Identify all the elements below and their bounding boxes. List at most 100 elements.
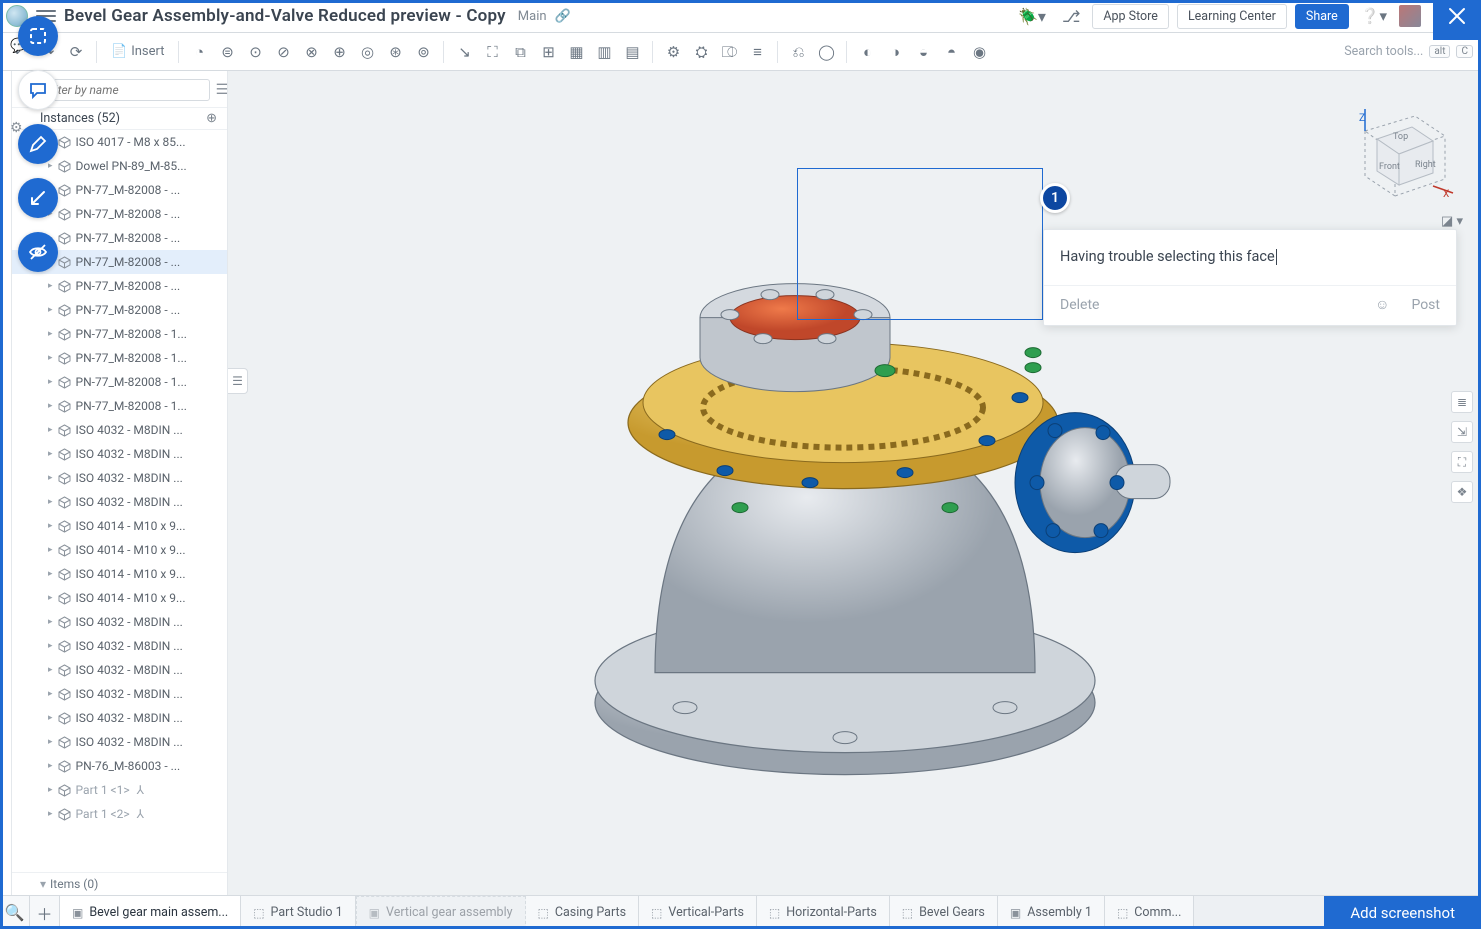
- tree-row[interactable]: ▸PN-77_M-82008 - ...: [12, 274, 227, 298]
- tab-search-icon[interactable]: 🔍: [0, 896, 30, 929]
- tree-row[interactable]: ▸ISO 4032 - M8DIN ...: [12, 706, 227, 730]
- tree-row[interactable]: ▸ISO 4032 - M8DIN ...: [12, 442, 227, 466]
- tool-icon-6[interactable]: ⊕: [327, 40, 351, 64]
- help-icon[interactable]: ❔▾: [1357, 7, 1391, 25]
- comment-card: Having trouble selecting this face Delet…: [1043, 229, 1457, 326]
- insert-button[interactable]: 📄 Insert: [105, 44, 170, 59]
- tree-row[interactable]: ▸PN-77_M-82008 - 1...: [12, 322, 227, 346]
- tool-icon-1[interactable]: ◔: [187, 40, 211, 64]
- tool-icon-10[interactable]: ↘: [452, 40, 476, 64]
- arrow-tool-icon[interactable]: [18, 178, 58, 218]
- tree-row[interactable]: ▸ISO 4032 - M8DIN ...: [12, 610, 227, 634]
- tree-row[interactable]: ▸PN-76_M-86003 - ...: [12, 754, 227, 778]
- refresh-icon[interactable]: ⟳: [64, 40, 88, 64]
- items-footer[interactable]: ▾Items (0): [12, 872, 227, 895]
- tool-icon-20[interactable]: ≡: [745, 40, 769, 64]
- tool-icon-22[interactable]: ◯: [814, 40, 838, 64]
- add-instance-icon[interactable]: ⊕: [206, 111, 217, 126]
- tree-row[interactable]: ▸PN-77_M-82008 - 1...: [12, 346, 227, 370]
- panel-flyout-handle[interactable]: ☰: [228, 368, 248, 394]
- tool-icon-19[interactable]: ⎄: [717, 40, 741, 64]
- tab-add-icon[interactable]: ＋: [30, 896, 60, 929]
- branch-label[interactable]: Main: [518, 9, 547, 24]
- render-mode-icon[interactable]: ◪ ▾: [1441, 214, 1463, 229]
- pencil-tool-icon[interactable]: [18, 124, 58, 164]
- tool-icon-14[interactable]: ▦: [564, 40, 588, 64]
- tree-row[interactable]: ▸ISO 4032 - M8DIN ...: [12, 466, 227, 490]
- tool-icon-12[interactable]: ⧉: [508, 40, 532, 64]
- comment-delete-button[interactable]: Delete: [1060, 297, 1099, 313]
- tool-icon-18[interactable]: ⛭: [689, 40, 713, 64]
- emoji-icon[interactable]: ☺: [1375, 296, 1389, 313]
- tool-icon-3[interactable]: ⊙: [243, 40, 267, 64]
- tree-row[interactable]: ▸ISO 4032 - M8DIN ...: [12, 730, 227, 754]
- tree-row[interactable]: ▸PN-77_M-82008 - 1...: [12, 394, 227, 418]
- tree-row[interactable]: ▸ISO 4032 - M8DIN ...: [12, 634, 227, 658]
- tool-icon-4[interactable]: ⊘: [271, 40, 295, 64]
- share-button[interactable]: Share: [1295, 4, 1349, 29]
- tree-row[interactable]: ▸PN-77_M-82008 - 1...: [12, 370, 227, 394]
- graphics-canvas[interactable]: 1 Having trouble selecting this face Del…: [228, 71, 1481, 895]
- version-graph-icon[interactable]: ⎇: [1058, 7, 1084, 26]
- document-tab[interactable]: ⬚Casing Parts: [526, 896, 640, 929]
- tool-icon-5[interactable]: ⊗: [299, 40, 323, 64]
- document-tab[interactable]: ⬚Horizontal-Parts: [757, 896, 890, 929]
- learning-center-button[interactable]: Learning Center: [1177, 4, 1287, 29]
- document-tab[interactable]: ⬚Vertical-Parts: [639, 896, 757, 929]
- comment-post-button[interactable]: Post: [1411, 297, 1440, 313]
- tool-icon-9[interactable]: ⊚: [411, 40, 435, 64]
- tool-icon-13[interactable]: ⊞: [536, 40, 560, 64]
- tree-row[interactable]: ▸ISO 4032 - M8DIN ...: [12, 682, 227, 706]
- panel-icon-3[interactable]: ⛶: [1451, 451, 1473, 473]
- link-icon[interactable]: 🔗: [555, 9, 571, 24]
- bug-icon[interactable]: 🪲▾: [1014, 7, 1050, 26]
- tree-row[interactable]: ▸ISO 4032 - M8DIN ...: [12, 490, 227, 514]
- tool-icon-24[interactable]: ◑: [883, 40, 907, 64]
- document-tab[interactable]: ⬚Part Studio 1: [241, 896, 355, 929]
- insert-label: Insert: [131, 44, 164, 59]
- capture-region-icon[interactable]: [18, 16, 58, 56]
- tree-row[interactable]: ▸ISO 4014 - M10 x 9...: [12, 586, 227, 610]
- tool-icon-16[interactable]: ▤: [620, 40, 644, 64]
- tool-icon-15[interactable]: ▥: [592, 40, 616, 64]
- tree-row[interactable]: ▸Part 1 <1>⅄: [12, 778, 227, 802]
- part-icon: [58, 208, 71, 221]
- filter-input[interactable]: [38, 79, 210, 101]
- comment-text-input[interactable]: Having trouble selecting this face: [1044, 230, 1456, 285]
- tree-row[interactable]: ▸Part 1 <2>⅄: [12, 802, 227, 826]
- tree-row[interactable]: ▸ISO 4032 - M8DIN ...: [12, 418, 227, 442]
- tool-icon-23[interactable]: ◐: [855, 40, 879, 64]
- tool-icon-25[interactable]: ◒: [911, 40, 935, 64]
- list-view-icon[interactable]: ☰: [216, 82, 229, 98]
- tool-icon-7[interactable]: ◎: [355, 40, 379, 64]
- tool-icon-27[interactable]: ◉: [967, 40, 991, 64]
- tool-icon-11[interactable]: ⛶: [480, 40, 504, 64]
- tool-icon-17[interactable]: ⚙: [661, 40, 685, 64]
- document-tab[interactable]: ⬚Bevel Gears: [890, 896, 998, 929]
- document-tab[interactable]: ▣Assembly 1: [998, 896, 1105, 929]
- search-tools[interactable]: Search tools... alt C: [1344, 44, 1473, 59]
- add-screenshot-button[interactable]: Add screenshot: [1324, 896, 1481, 929]
- document-tab[interactable]: ▣Bevel gear main assem...: [60, 896, 241, 929]
- tool-icon-2[interactable]: ⊜: [215, 40, 239, 64]
- document-tab[interactable]: ⬚Comm...: [1105, 896, 1194, 929]
- close-overlay-button[interactable]: [1433, 0, 1481, 40]
- document-tab[interactable]: ▣Vertical gear assembly: [356, 896, 526, 929]
- tree-row[interactable]: ▸PN-77_M-82008 - ...: [12, 298, 227, 322]
- tool-icon-26[interactable]: ◓: [939, 40, 963, 64]
- tree-row[interactable]: ▸ISO 4014 - M10 x 9...: [12, 538, 227, 562]
- view-cube[interactable]: Top Front Right Z X ◪ ▾: [1335, 91, 1455, 211]
- tree-row[interactable]: ▸ISO 4014 - M10 x 9...: [12, 514, 227, 538]
- comment-pin[interactable]: 1: [1040, 183, 1070, 213]
- hide-tool-icon[interactable]: [18, 232, 58, 272]
- tree-row[interactable]: ▸ISO 4014 - M10 x 9...: [12, 562, 227, 586]
- appstore-button[interactable]: App Store: [1092, 4, 1169, 29]
- tree-row[interactable]: ▸ISO 4032 - M8DIN ...: [12, 658, 227, 682]
- panel-icon-4[interactable]: ❖: [1451, 481, 1473, 503]
- tool-icon-8[interactable]: ⊛: [383, 40, 407, 64]
- tool-icon-21[interactable]: ⎌: [786, 40, 810, 64]
- comment-tool-icon[interactable]: [18, 70, 58, 110]
- panel-icon-1[interactable]: ≣: [1451, 391, 1473, 413]
- user-avatar[interactable]: [1399, 5, 1421, 27]
- panel-icon-2[interactable]: ⇲: [1451, 421, 1473, 443]
